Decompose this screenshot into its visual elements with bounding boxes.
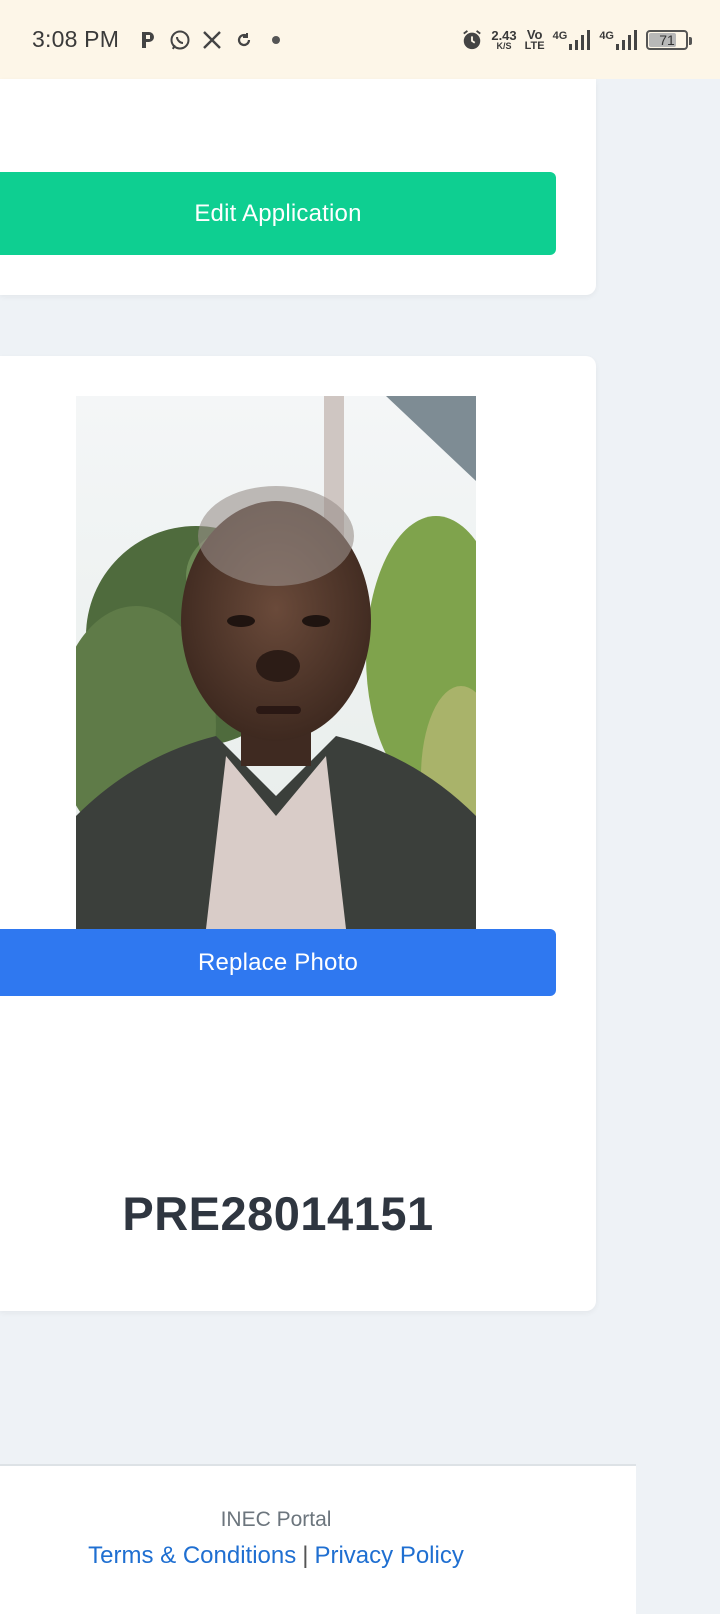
battery-icon: 71 [646,29,692,50]
alarm-icon [461,29,483,51]
x-icon [201,29,223,51]
sync-icon [233,29,255,51]
link-separator: | [302,1542,309,1569]
footer-links: Terms & Conditions | Privacy Policy [0,1542,552,1570]
applicant-photo [76,396,476,929]
replace-photo-button[interactable]: Replace Photo [0,929,556,996]
signal-4g-icon: 4G [553,29,592,50]
p-icon [137,29,159,51]
volte-icon: Vo LTE [524,26,545,52]
footer: INEC Portal Terms & Conditions | Privacy P… [0,1464,636,1614]
notification-icons [137,29,287,51]
edit-application-button[interactable]: Edit Application [0,172,556,255]
photo-card: Replace Photo PRE28014151 [0,356,596,1311]
terms-link[interactable]: Terms & Conditions [88,1542,296,1569]
system-icons: 2.43 K/S Vo LTE 4G 4G 71 [461,26,692,52]
status-time: 3:08 PM [32,26,120,52]
application-card: Edit Application [0,79,596,295]
net-speed: 2.43 K/S [491,27,517,51]
portal-name: INEC Portal [220,1508,332,1531]
application-id: PRE28014151 [122,1187,434,1240]
whatsapp-icon [169,29,191,51]
status-bar: 3:08 PM 2.43 K/S Vo LTE 4G 4G 71 [0,0,720,79]
privacy-link[interactable]: Privacy Policy [314,1542,463,1569]
dot-icon [265,29,287,51]
signal-4g-icon: 4G [599,29,638,50]
